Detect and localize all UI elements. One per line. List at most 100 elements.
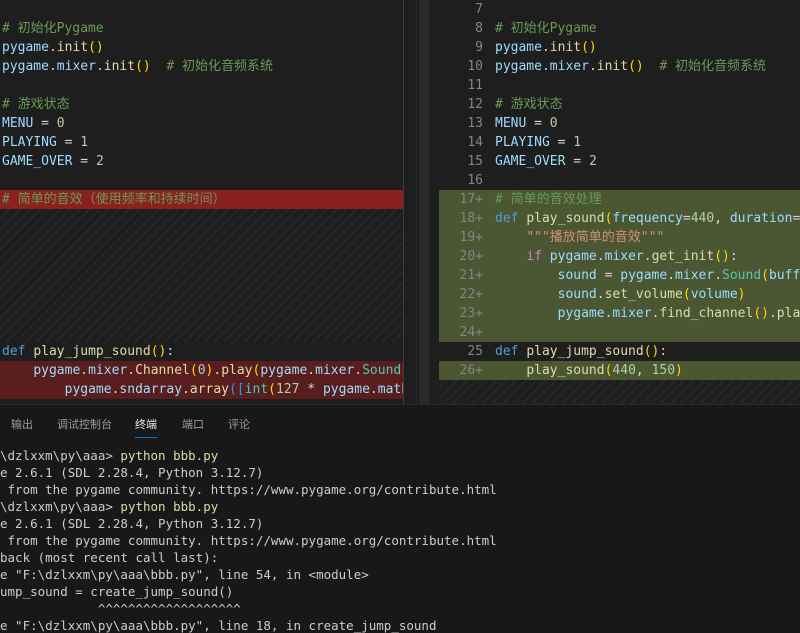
code-text: GAME_OVER = 2 [495,152,597,171]
code-token: . [95,59,104,74]
code-token: ) [737,287,746,302]
code-token: . [768,306,777,321]
terminal-output[interactable]: \dzlxxm\py\aaa> python bbb.py e 2.6.1 (SD… [0,447,800,633]
code-token: pygame [33,363,81,378]
code-text: PLAYING = 1 [2,133,88,152]
code-line[interactable]: 22+ sound.set_volume(volume) [439,285,800,304]
line-number: 18+ [439,209,483,228]
code-token: mixer [675,268,715,283]
code-token: . [588,59,597,74]
code-line[interactable]: MENU = 0 [0,114,403,133]
code-line[interactable]: 24+ [439,323,800,342]
terminal-line: back (most recent call last): [0,549,800,566]
panel-tab[interactable]: 端口 [182,416,204,432]
panel-tab[interactable]: 输出 [11,416,33,432]
line-number: 12 [439,95,483,114]
code-line[interactable]: 20+ if pygame.mixer.get_init(): [439,247,800,266]
code-line[interactable]: 12 # 游戏状态 [439,95,800,114]
line-number-text: 8 [475,21,483,36]
code-line[interactable]: # 初始化Pygame [0,19,403,38]
code-line[interactable]: pygame.init() [0,38,403,57]
code-line[interactable]: 19+ """播放简单的音效""" [439,228,800,247]
code-line[interactable]: GAME_OVER = 2 [0,152,403,171]
terminal-text: \dzlxxm\py\aaa> [0,499,121,514]
code-token: # 初始化音频系统 [166,59,274,74]
code-token: ( [682,287,691,302]
panel-tab[interactable]: 评论 [228,416,250,432]
code-token: ( [189,363,198,378]
terminal-line: \dzlxxm\py\aaa> python bbb.py [0,447,800,464]
panel-tab[interactable]: 调试控制台 [57,416,112,432]
code-line[interactable]: 26+ play_sound(440, 150) [439,361,800,380]
terminal-line: e "F:\dzlxxm\py\aaa\bbb.py", line 54, in… [0,566,800,583]
code-text: def play_jump_sound(): [495,342,667,361]
code-token: . [369,382,378,397]
modified-file-pane[interactable]: 7 8 # 初始化Pygame 9 pygame.init() 10 pygame.mixe… [439,0,800,404]
code-token: = [682,211,691,226]
vertical-scrollbar[interactable] [416,0,430,404]
terminal-line: ^^^^^^^^^^^^^^^^^^^ [0,600,800,617]
code-line[interactable]: 11 [439,76,800,95]
code-text: if pygame.mixer.get_init(): [495,247,737,266]
code-token: sndarray [119,382,183,397]
code-token: # 游戏状态 [2,97,70,112]
code-line[interactable]: 25 def play_jump_sound(): [439,342,800,361]
code-line[interactable]: 15 GAME_OVER = 2 [439,152,800,171]
code-token: = [33,116,57,131]
code-line[interactable]: def play_jump_sound(): [0,342,403,361]
code-token: . [127,363,136,378]
terminal-text: back (most recent call last): [0,550,219,565]
line-number-text: 11 [467,78,483,93]
line-number: 22+ [439,285,483,304]
line-number-text: 24 [459,325,476,340]
line-number-text: 7 [475,2,483,17]
code-line[interactable]: pygame.mixer.init() # 初始化音频系统 [0,57,403,76]
code-text: PLAYING = 1 [495,133,581,152]
code-line[interactable]: 10 pygame.mixer.init() # 初始化音频系统 [439,57,800,76]
code-token: pygame [2,59,49,74]
code-line[interactable]: # 简单的音效（使用频率和持续时间） [0,190,403,209]
code-token: = [565,154,589,169]
code-token: . [596,287,605,302]
code-line[interactable]: 8 # 初始化Pygame [439,19,800,38]
terminal-text: e 2.6.1 (SDL 2.28.4, Python 3.12.7) [0,516,264,531]
terminal-text: e "F:\dzlxxm\py\aaa\bbb.py", line 54, in… [0,567,369,582]
code-text: sound = pygame.mixer.Sound(buffe [495,266,800,285]
code-line[interactable]: 21+ sound = pygame.mixer.Sound(buffe [439,266,800,285]
code-token: () [628,59,644,74]
code-line[interactable]: 17+ # 简单的音效处理 [439,190,800,209]
scrollbar-thumb[interactable] [419,0,429,404]
code-line[interactable]: 16 [439,171,800,190]
terminal-text: from the pygame community. https://www.p… [0,482,497,497]
code-text: # 初始化Pygame [495,19,597,38]
code-token: MENU [495,116,527,131]
code-token: . [307,363,316,378]
code-token: 1 [573,135,582,150]
code-token: play_sound [526,211,605,226]
code-line[interactable]: 23+ pygame.mixer.find_channel().play [439,304,800,323]
code-line[interactable]: 7 [439,0,800,19]
code-token: * [299,382,323,397]
line-number-text: 9 [475,40,483,55]
code-line[interactable]: pygame.sndarray.array([int(127 * pygame.… [0,380,403,399]
code-token: = [549,135,574,150]
pane-divider[interactable] [403,0,404,404]
terminal-command: python bbb.py [120,499,219,514]
code-line[interactable]: # 游戏状态 [0,95,403,114]
code-token: buffe [768,268,800,283]
terminal-line: from the pygame community. https://www.p… [0,481,800,498]
code-line[interactable]: 14 PLAYING = 1 [439,133,800,152]
line-number-text: 13 [467,116,483,131]
line-number: 17+ [439,190,483,209]
code-line[interactable]: 13 MENU = 0 [439,114,800,133]
panel-tab[interactable]: 终端 [135,416,157,438]
code-token: = [56,135,81,150]
original-file-pane[interactable]: # 初始化Pygame pygame.init() pygame.mixer.ini… [0,0,403,404]
code-token: sound [557,287,597,302]
code-line[interactable]: pygame.mixer.Channel(0).play(pygame.mixe… [0,361,403,380]
terminal-text: e 2.6.1 (SDL 2.28.4, Python 3.12.7) [0,465,264,480]
code-line[interactable]: 18+ def play_sound(frequency=440, duratio… [439,209,800,228]
code-line[interactable]: 9 pygame.init() [439,38,800,57]
code-line[interactable]: PLAYING = 1 [0,133,403,152]
